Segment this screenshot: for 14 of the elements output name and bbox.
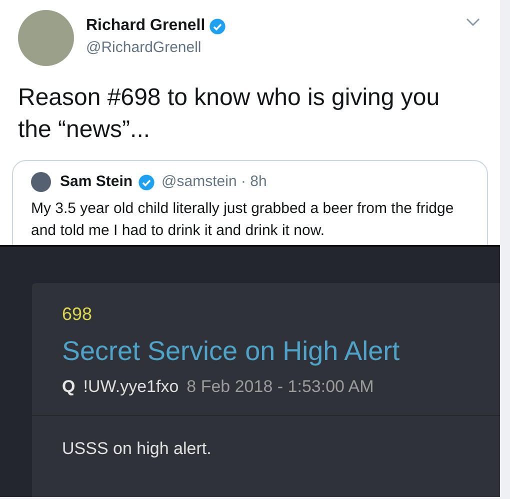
post-author: Q: [62, 376, 76, 398]
quoted-author-name: Sam Stein: [60, 172, 133, 192]
post-date: 8 Feb 2018 - 1:53:00 AM: [186, 376, 374, 398]
tripcode: !UW.yye1fxo: [83, 376, 179, 398]
quoted-handle: @samstein · 8h: [162, 172, 267, 192]
post-title[interactable]: Secret Service on High Alert: [62, 331, 400, 371]
quoted-avatar: [31, 172, 51, 192]
author-handle[interactable]: @RichardGrenell: [86, 38, 226, 58]
tweet-text: Reason #698 to know who is giving you the “news”...: [18, 83, 441, 145]
post-number[interactable]: 698: [62, 301, 92, 327]
quoted-text: My 3.5 year old child literally just grabbed a beer from the fridge and told me I had to drink it and drink it now.: [31, 198, 455, 240]
post-body: USSS on high alert.: [61, 438, 212, 460]
author-name[interactable]: Richard Grenell: [86, 16, 206, 36]
chevron-down-icon[interactable]: [466, 18, 480, 26]
